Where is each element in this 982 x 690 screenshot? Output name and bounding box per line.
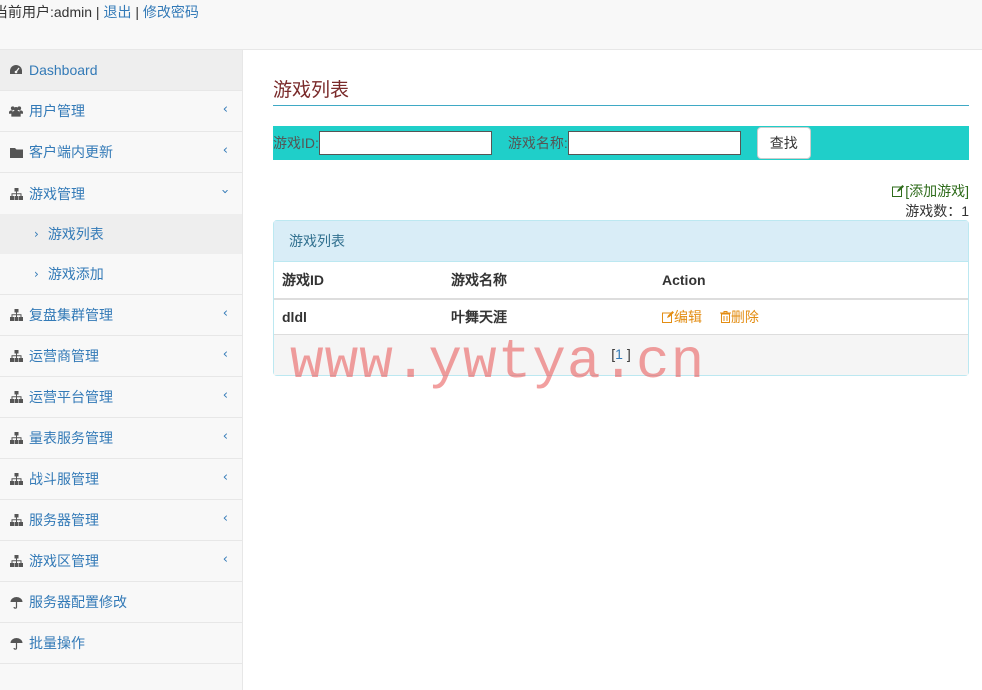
game-name-label: 游戏名称: <box>507 135 568 151</box>
game-name-input[interactable] <box>567 131 741 155</box>
game-id-input[interactable] <box>318 131 492 155</box>
sidebar-item-game-zone[interactable]: 游戏区管理 ‹ <box>0 541 242 582</box>
separator: | <box>135 4 139 20</box>
trash-icon <box>719 310 731 326</box>
sidebar-item-label: 服务器管理 <box>29 512 99 528</box>
separator: | <box>95 4 100 20</box>
column-header-game-id: 游戏ID <box>274 262 443 300</box>
sidebar-item-label: 批量操作 <box>29 635 85 651</box>
sitemap-icon <box>9 472 23 486</box>
sitemap-icon <box>9 554 23 568</box>
sitemap-icon <box>9 308 23 322</box>
game-count-label: 游戏数： <box>905 203 962 219</box>
dashboard-icon <box>9 63 23 77</box>
sidebar-item-battle-server[interactable]: 战斗服管理 ‹ <box>0 459 242 500</box>
sidebar-item-label: 游戏管理 <box>29 185 85 202</box>
logout-link[interactable]: 退出 <box>103 4 131 20</box>
chevron-left-icon: ‹ <box>222 347 228 362</box>
sidebar-item-operation-platform[interactable]: 运营平台管理 ‹ <box>0 377 242 418</box>
add-game-link[interactable]: [添加游戏] <box>892 181 969 201</box>
page-link-1[interactable]: 1 <box>615 346 623 362</box>
edit-icon <box>662 310 674 326</box>
search-form: 游戏ID: 游戏名称: 查找 <box>273 126 969 160</box>
sitemap-icon <box>9 349 23 363</box>
angle-right-icon: › <box>34 227 39 241</box>
game-count-value: 1 <box>961 203 969 219</box>
sidebar-item-batch-operation[interactable]: 批量操作 <box>0 623 242 664</box>
users-icon <box>9 104 23 118</box>
chevron-left-icon: ‹ <box>222 511 228 526</box>
sidebar-subitem-label: 游戏添加 <box>47 266 104 282</box>
chevron-left-icon: ‹ <box>222 429 228 444</box>
sidebar-item-label: 战斗服管理 <box>29 471 99 487</box>
current-user-label: 当前用户:admin <box>0 4 93 20</box>
sidebar-item-label: Dashboard <box>29 62 98 78</box>
sitemap-icon <box>9 513 23 527</box>
table-row: dldl 叶舞天涯 编辑 删除 <box>274 299 968 334</box>
sidebar-item-dashboard[interactable]: Dashboard <box>0 50 242 91</box>
page-title: 游戏列表 <box>273 80 969 106</box>
sidebar-item-game-management[interactable]: 游戏管理 ‹ <box>0 173 242 214</box>
sidebar-subitem-game-list[interactable]: › 游戏列表 <box>0 214 242 254</box>
game-table: 游戏ID 游戏名称 Action dldl 叶舞天涯 编辑 删除 <box>274 262 968 334</box>
panel-heading: 游戏列表 <box>274 221 968 262</box>
delete-button[interactable]: 删除 <box>719 309 759 326</box>
umbrella-icon <box>9 636 23 650</box>
sidebar-item-label: 客户端内更新 <box>29 144 113 160</box>
cell-actions: 编辑 删除 <box>654 299 968 334</box>
sidebar-item-label: 复盘集群管理 <box>29 307 113 323</box>
edit-label: 编辑 <box>674 309 702 325</box>
table-header-row: 游戏ID 游戏名称 Action <box>274 262 968 300</box>
game-id-label: 游戏ID: <box>273 135 319 151</box>
user-info-line: 当前用户:admin | 退出 | 修改密码 <box>0 2 199 22</box>
sidebar-item-server-config[interactable]: 服务器配置修改 <box>0 582 242 623</box>
column-header-action: Action <box>654 262 968 300</box>
sidebar-item-replay-cluster[interactable]: 复盘集群管理 ‹ <box>0 295 242 336</box>
pagination-close-bracket: ] <box>622 346 631 362</box>
sidebar-item-label: 游戏区管理 <box>29 553 99 569</box>
chevron-left-icon: ‹ <box>222 388 228 403</box>
chevron-down-icon: ‹ <box>217 188 233 195</box>
column-header-game-name: 游戏名称 <box>443 262 654 300</box>
cell-game-id: dldl <box>282 309 307 325</box>
sidebar-item-label: 服务器配置修改 <box>29 594 127 610</box>
delete-label: 删除 <box>730 309 759 325</box>
sidebar-subitem-label: 游戏列表 <box>47 226 104 242</box>
sidebar-item-label: 量表服务管理 <box>29 430 113 446</box>
sidebar-group-game-management: 游戏管理 ‹ › 游戏列表 › 游戏添加 <box>0 173 242 295</box>
cell-game-name: 叶舞天涯 <box>451 309 507 325</box>
sidebar-subitem-game-add[interactable]: › 游戏添加 <box>0 254 242 294</box>
sidebar: Dashboard 用户管理 ‹ 客户端内更新 ‹ 游戏管理 ‹ › 游戏列表 … <box>0 50 243 690</box>
sidebar-item-operator[interactable]: 运营商管理 ‹ <box>0 336 242 377</box>
umbrella-icon <box>9 595 23 609</box>
change-password-link[interactable]: 修改密码 <box>143 4 199 20</box>
chevron-left-icon: ‹ <box>222 306 228 321</box>
sidebar-item-label: 运营平台管理 <box>29 389 113 405</box>
sidebar-item-label: 用户管理 <box>29 103 85 119</box>
edit-icon <box>892 184 905 200</box>
sidebar-item-client-update[interactable]: 客户端内更新 ‹ <box>0 132 242 173</box>
top-navbar: 当前用户:admin | 退出 | 修改密码 <box>0 0 982 50</box>
edit-button[interactable]: 编辑 <box>662 309 706 325</box>
chevron-left-icon: ‹ <box>222 143 228 158</box>
add-game-label: [添加游戏] <box>905 183 969 199</box>
pagination: [1 ] <box>274 334 968 375</box>
sitemap-icon <box>9 390 23 404</box>
folder-icon <box>9 145 23 159</box>
chevron-left-icon: ‹ <box>222 470 228 485</box>
chevron-left-icon: ‹ <box>222 552 228 567</box>
sidebar-item-label: 运营商管理 <box>29 348 99 364</box>
game-list-panel: 游戏列表 游戏ID 游戏名称 Action dldl 叶舞天涯 编辑 删除 [1… <box>273 220 969 376</box>
angle-right-icon: › <box>34 267 39 281</box>
sitemap-icon <box>9 431 23 445</box>
search-button[interactable]: 查找 <box>756 127 811 159</box>
chevron-left-icon: ‹ <box>222 102 228 117</box>
sidebar-item-scale-service[interactable]: 量表服务管理 ‹ <box>0 418 242 459</box>
sidebar-item-server-management[interactable]: 服务器管理 ‹ <box>0 500 242 541</box>
sitemap-icon <box>9 187 23 201</box>
game-count: 游戏数：1 <box>905 201 969 221</box>
sidebar-item-user-management[interactable]: 用户管理 ‹ <box>0 91 242 132</box>
